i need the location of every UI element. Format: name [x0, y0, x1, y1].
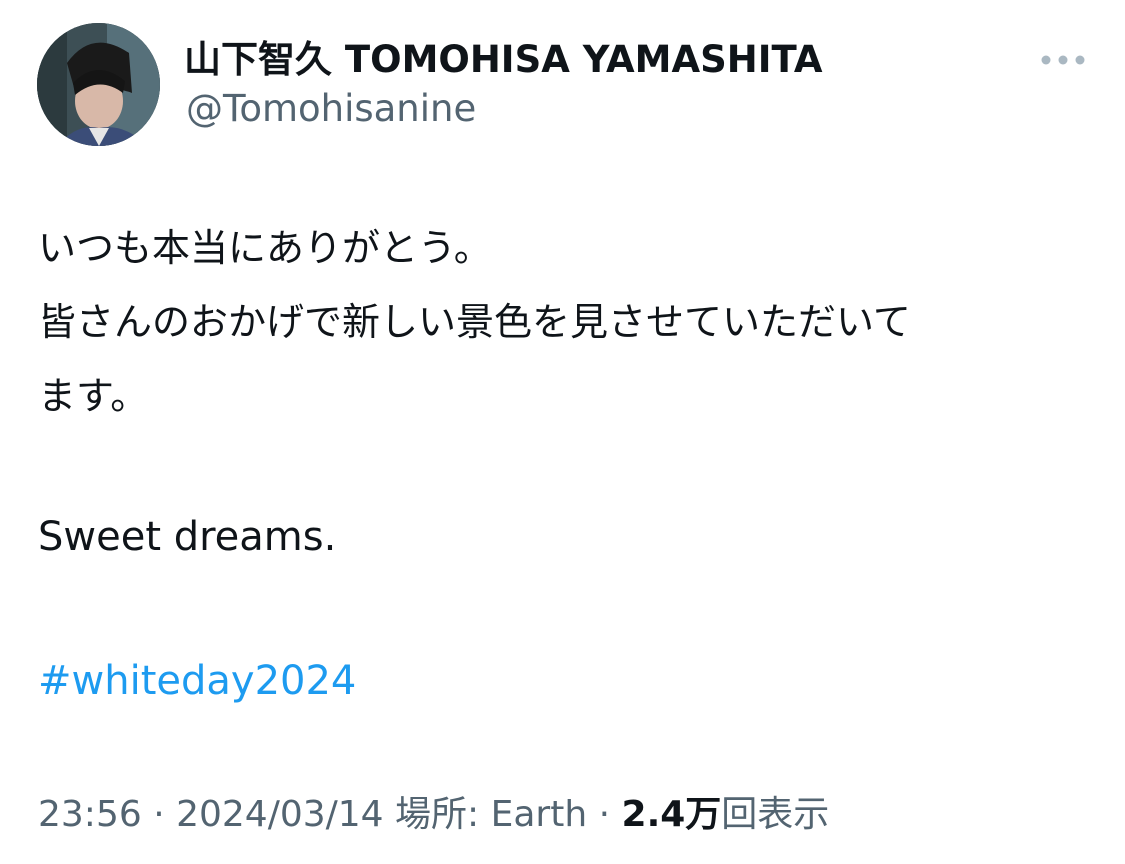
location-value: Earth [490, 794, 588, 835]
tweet-text-line-4: Sweet dreams. [38, 514, 337, 560]
avatar[interactable] [37, 23, 160, 146]
tweet-detail: 山下智久 TOMOHISA YAMASHITA @Tomohisanine いつ… [0, 0, 1125, 864]
separator: · [587, 794, 622, 835]
hashtag-link[interactable]: #whiteday2024 [38, 656, 356, 706]
location-label: 場所: [383, 794, 491, 835]
tweet-text-line-1: いつも本当にありがとう。 [38, 226, 492, 270]
views-count[interactable]: 2.4万 [622, 794, 722, 835]
tweet-metadata: 23:56 · 2024/03/14 場所: Earth · 2.4万回表示 [38, 792, 829, 838]
views-label: 回表示 [721, 794, 830, 835]
user-handle[interactable]: @Tomohisanine [186, 86, 476, 132]
profile-photo [37, 23, 160, 146]
separator: · [141, 794, 177, 835]
tweet-time[interactable]: 23:56 [38, 794, 142, 835]
display-name[interactable]: 山下智久 TOMOHISA YAMASHITA [184, 37, 822, 83]
more-horizontal-icon[interactable] [1038, 50, 1088, 70]
tweet-date[interactable]: 2024/03/14 [176, 794, 384, 835]
tweet-text-line-2: 皆さんのおかげで新しい景色を見させていただいて [38, 300, 911, 344]
tweet-text-line-3: ます。 [38, 374, 149, 418]
